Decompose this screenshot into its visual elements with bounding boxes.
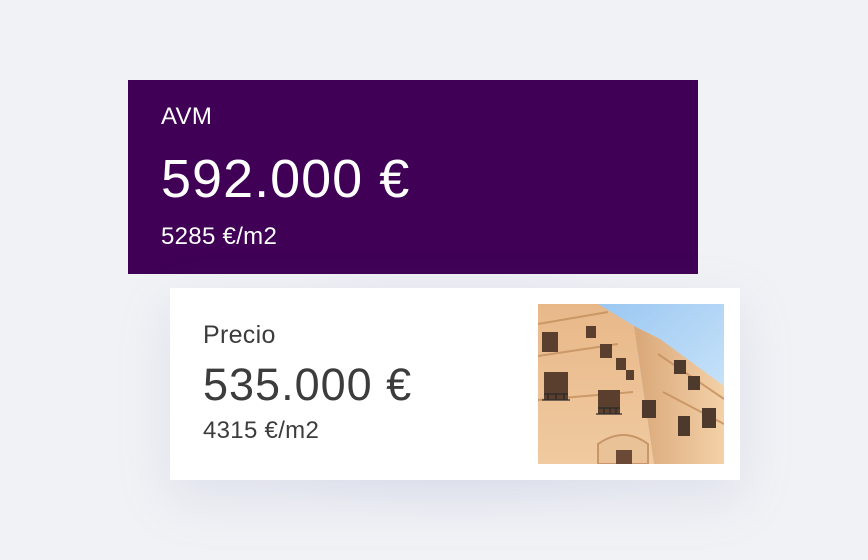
- listing-price-card: Precio 535.000 € 4315 €/m2: [170, 288, 740, 480]
- valuation-comparison: AVM 592.000 € 5285 €/m2 Precio 535.000 €…: [0, 0, 868, 560]
- avm-value: 592.000 €: [161, 149, 411, 209]
- avm-card: AVM 592.000 € 5285 €/m2: [128, 80, 698, 274]
- building-photo: [538, 304, 724, 464]
- avm-label: AVM: [161, 103, 213, 130]
- avm-price-per-sqm: 5285 €/m2: [161, 223, 278, 250]
